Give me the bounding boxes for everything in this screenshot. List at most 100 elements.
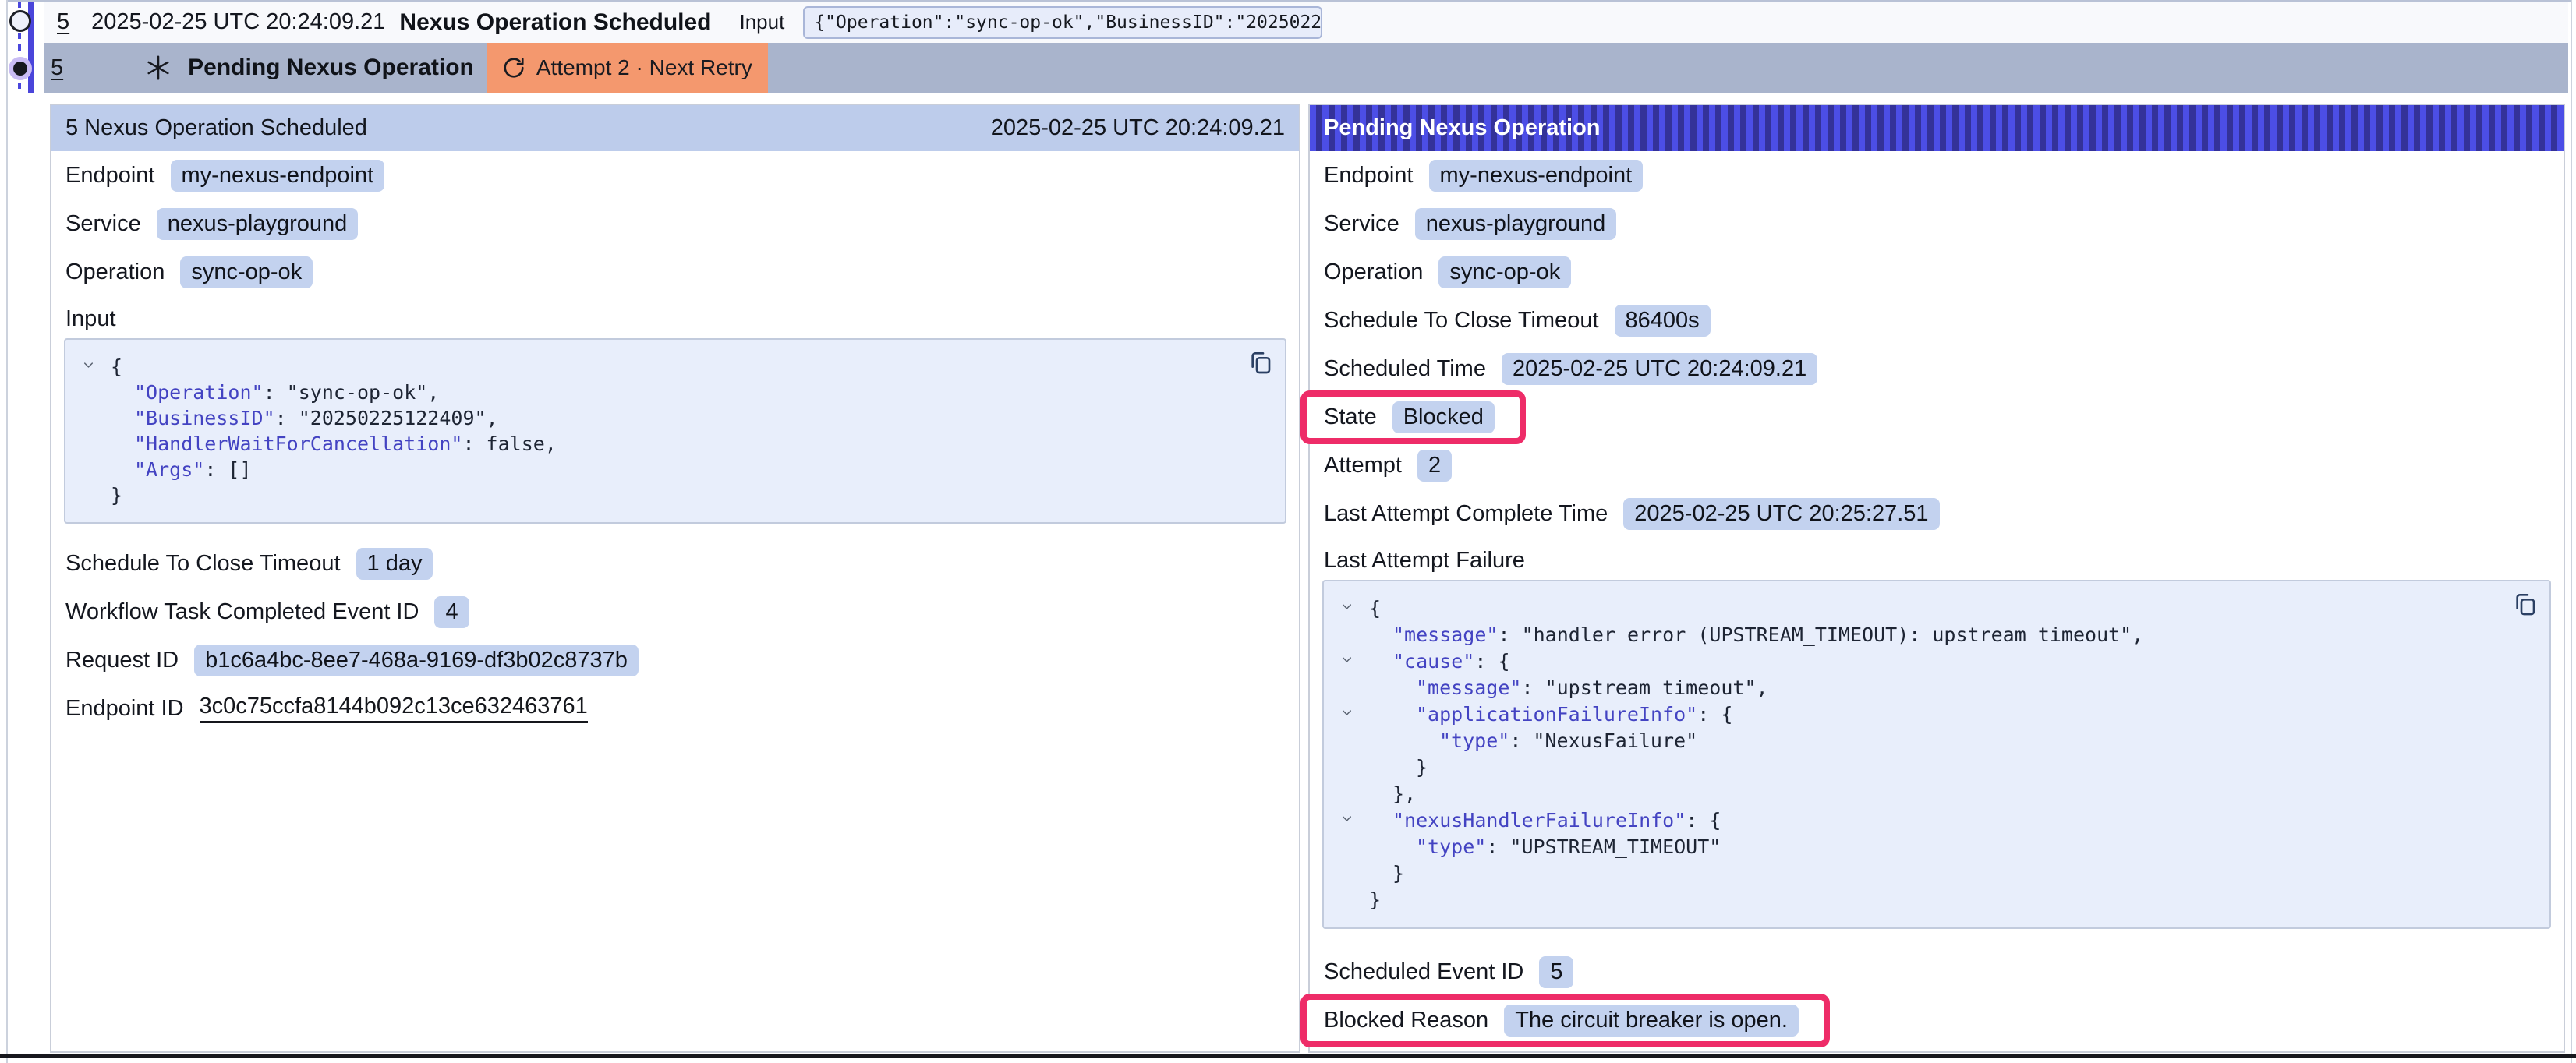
field-value-chip: 4: [434, 596, 469, 628]
json-line: {: [1339, 595, 2534, 622]
field-value-chip: b1c6a4bc-8ee7-468a-9169-df3b02c8737b: [194, 645, 639, 676]
json-line: "type": "NexusFailure": [1339, 728, 2534, 754]
field-value-chip: my-nexus-endpoint: [171, 160, 385, 192]
field-label: Endpoint ID: [65, 696, 184, 722]
field-label: State: [1324, 404, 1377, 430]
failure-json-viewer: {"message": "handler error (UPSTREAM_TIM…: [1322, 580, 2551, 929]
field-scheduled-event-id: Scheduled Event ID 5: [1310, 948, 2564, 996]
field-value-chip: Blocked: [1392, 401, 1495, 433]
chevron-down-icon[interactable]: [1339, 599, 1354, 614]
json-line: "message": "handler error (UPSTREAM_TIME…: [1339, 622, 2534, 648]
json-line: "applicationFailureInfo": {: [1339, 701, 2534, 728]
field-value-chip: 1 day: [356, 548, 433, 580]
json-line: "message": "upstream timeout",: [1339, 675, 2534, 701]
panel-title: Pending Nexus Operation: [1324, 115, 1601, 141]
json-line: {: [81, 354, 1269, 380]
field-schedule-to-close-timeout: Schedule To Close Timeout 1 day: [51, 539, 1299, 588]
event-timestamp: 2025-02-25 UTC 20:24:09.21: [91, 9, 385, 35]
chevron-down-icon[interactable]: [1339, 705, 1354, 720]
timeline-open-circle-icon: [9, 10, 31, 32]
event-row-nexus-operation-scheduled[interactable]: 5 2025-02-25 UTC 20:24:09.21 Nexus Opera…: [44, 2, 2568, 43]
chevron-down-icon[interactable]: [1339, 811, 1354, 826]
timeline-connector: [18, 83, 21, 93]
panel-title: 5 Nexus Operation Scheduled: [65, 115, 367, 141]
field-label: Schedule To Close Timeout: [65, 551, 341, 577]
json-line: "Args": []: [81, 457, 1269, 482]
field-label: Workflow Task Completed Event ID: [65, 599, 419, 625]
json-line: "HandlerWaitForCancellation": false,: [81, 431, 1269, 457]
event-detail-panel-scheduled: 5 Nexus Operation Scheduled 2025-02-25 U…: [50, 104, 1300, 1053]
left-border: [6, 0, 8, 1063]
last-attempt-failure-label: Last Attempt Failure: [1310, 542, 2564, 578]
pending-asterisk-icon: [144, 54, 172, 82]
field-blocked-reason: Blocked Reason The circuit breaker is ope…: [1310, 996, 2564, 1044]
field-schedule-to-close-timeout: Schedule To Close Timeout 86400s: [1310, 296, 2564, 344]
field-workflow-task-completed-event-id: Workflow Task Completed Event ID 4: [51, 588, 1299, 636]
field-endpoint: Endpointmy-nexus-endpoint: [1310, 151, 2564, 200]
chevron-down-icon[interactable]: [81, 358, 96, 373]
json-line: }: [1339, 860, 2534, 887]
json-line: "Operation": "sync-op-ok",: [81, 380, 1269, 405]
field-label: Blocked Reason: [1324, 1008, 1488, 1033]
pending-nexus-operation-panel: Pending Nexus Operation Endpointmy-nexus…: [1308, 104, 2565, 1053]
json-line: },: [1339, 781, 2534, 807]
input-section-label: Input: [51, 301, 1299, 337]
panel-header-pending: Pending Nexus Operation: [1310, 105, 2564, 151]
chevron-down-icon[interactable]: [1339, 652, 1354, 667]
field-label: Last Attempt Complete Time: [1324, 501, 1608, 527]
field-label: Service: [1324, 211, 1399, 237]
right-border: [2571, 0, 2572, 1063]
field-value-chip: 2025-02-25 UTC 20:25:27.51: [1623, 498, 1939, 530]
field-value-chip: sync-op-ok: [180, 256, 313, 288]
workflow-event-history-screen: 5 2025-02-25 UTC 20:24:09.21 Nexus Opera…: [0, 0, 2576, 1063]
field-value-chip: my-nexus-endpoint: [1429, 160, 1644, 192]
input-json-viewer: {"Operation": "sync-op-ok","BusinessID":…: [64, 338, 1286, 524]
field-label: Operation: [65, 260, 165, 285]
field-label: Request ID: [65, 648, 179, 673]
field-value-chip: sync-op-ok: [1438, 256, 1571, 288]
field-value-chip: 86400s: [1615, 305, 1711, 337]
field-state: State Blocked: [1310, 393, 2564, 441]
timeline-connector: [18, 2, 21, 9]
highlight-box: Blocked Reason The circuit breaker is ope…: [1300, 994, 1830, 1047]
event-title: Nexus Operation Scheduled: [399, 9, 711, 36]
field-operation: Operation sync-op-ok: [51, 248, 1299, 296]
field-operation: Operation sync-op-ok: [1310, 248, 2564, 296]
field-endpoint: Endpoint my-nexus-endpoint: [51, 151, 1299, 200]
json-line: "nexusHandlerFailureInfo": {: [1339, 807, 2534, 834]
input-preview-chip: {"Operation":"sync-op-ok","BusinessID":"…: [803, 6, 1322, 39]
field-value-chip: The circuit breaker is open.: [1504, 1005, 1799, 1037]
timeline-connector: [18, 33, 21, 56]
field-value-chip: 5: [1539, 956, 1573, 988]
field-last-attempt-complete-time: Last Attempt Complete Time 2025-02-25 UTC…: [1310, 489, 2564, 538]
json-line: }: [1339, 887, 2534, 913]
field-request-id: Request ID b1c6a4bc-8ee7-468a-9169-df3b02…: [51, 636, 1299, 684]
timeline-filled-circle-icon: [9, 57, 32, 80]
field-label: Service: [65, 211, 141, 237]
field-label: Operation: [1324, 260, 1423, 285]
panel-header-scheduled: 5 Nexus Operation Scheduled 2025-02-25 U…: [51, 105, 1299, 151]
highlight-box: State Blocked: [1300, 390, 1526, 444]
field-endpoint-id: Endpoint ID 3c0c75ccfa8144b092c13ce632463…: [51, 684, 1299, 733]
event-id-link[interactable]: 5: [57, 9, 69, 35]
attempt-retry-badge: Attempt 2 · Next Retry: [487, 43, 768, 93]
field-value-chip: 2025-02-25 UTC 20:24:09.21: [1502, 353, 1817, 385]
json-line: "type": "UPSTREAM_TIMEOUT": [1339, 834, 2534, 860]
field-value-chip: 2: [1417, 450, 1452, 482]
json-line: }: [81, 482, 1269, 508]
event-id-link[interactable]: 5: [51, 55, 63, 81]
field-label: Scheduled Event ID: [1324, 959, 1523, 985]
json-line: }: [1339, 754, 2534, 781]
history-bottom-divider: [0, 1054, 2576, 1058]
field-label: Attempt: [1324, 453, 1402, 479]
json-line: "BusinessID": "20250225122409",: [81, 405, 1269, 431]
json-line: "cause": {: [1339, 648, 2534, 675]
field-service: Servicenexus-playground: [1310, 200, 2564, 248]
field-service: Service nexus-playground: [51, 200, 1299, 248]
event-row-pending-nexus-operation[interactable]: 5 Pending Nexus Operation Attempt 2 · Ne…: [44, 43, 2568, 93]
field-value-link[interactable]: 3c0c75ccfa8144b092c13ce632463761: [200, 694, 588, 723]
panel-timestamp: 2025-02-25 UTC 20:24:09.21: [991, 115, 1285, 141]
field-value-chip: nexus-playground: [157, 208, 359, 240]
field-label: Endpoint: [65, 163, 155, 189]
field-label: Schedule To Close Timeout: [1324, 308, 1599, 334]
